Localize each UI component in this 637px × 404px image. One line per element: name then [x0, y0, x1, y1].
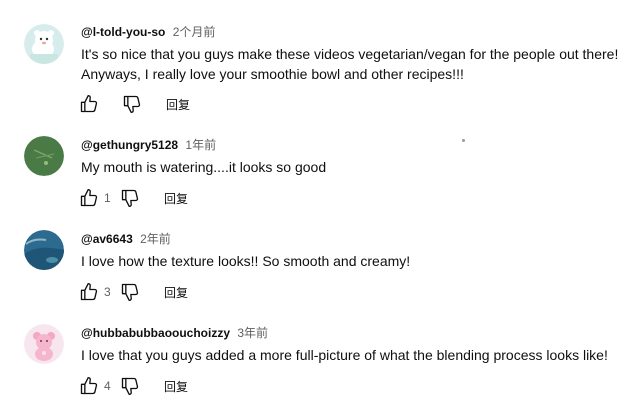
author-avatar[interactable] [24, 324, 64, 364]
comment-header: @hubbabubbaoouchoizzy 3年前 [81, 326, 268, 340]
separator-dot [462, 139, 465, 142]
thumbs-down-icon[interactable] [122, 94, 142, 114]
author-avatar[interactable] [24, 136, 64, 176]
comment-time[interactable]: 3年前 [237, 326, 268, 340]
reply-button[interactable]: 回复 [166, 96, 190, 113]
thumbs-down-icon[interactable] [120, 376, 140, 396]
comment-time[interactable]: 2个月前 [173, 25, 216, 39]
thumbs-up-icon[interactable] [79, 188, 99, 208]
comment-time[interactable]: 2年前 [140, 232, 171, 246]
pink-bear-avatar-icon [24, 324, 64, 364]
author-name[interactable]: @av6643 [81, 232, 133, 246]
comment-actions: 3 回复 [79, 281, 188, 303]
cartoon-bear-avatar-icon [24, 24, 64, 64]
comment-text-line: I love how the texture looks!! So smooth… [81, 253, 411, 269]
author-name[interactable]: @gethungry5128 [81, 138, 178, 152]
thumbs-up-icon[interactable] [79, 94, 99, 114]
comment-text: I love that you guys added a more full-p… [81, 345, 626, 365]
reply-button[interactable]: 回复 [164, 378, 188, 395]
thumbs-up-icon[interactable] [79, 376, 99, 396]
comment-text: My mouth is watering....it looks so good [81, 157, 626, 177]
like-count: 4 [104, 379, 111, 393]
thumbs-up-icon[interactable] [79, 282, 99, 302]
like-count: 3 [104, 285, 111, 299]
comment-text: I love how the texture looks!! So smooth… [81, 251, 626, 271]
like-count: 1 [104, 191, 111, 205]
comment-header: @gethungry5128 1年前 [81, 138, 216, 152]
comment-text-line: It's so nice that you guys make these vi… [81, 46, 619, 62]
comment-time[interactable]: 1年前 [185, 138, 216, 152]
comment-header: @av6643 2年前 [81, 232, 171, 246]
author-avatar[interactable] [24, 230, 64, 270]
reply-button[interactable]: 回复 [164, 284, 188, 301]
green-logo-avatar-icon [24, 136, 64, 176]
comment-text-line: I love that you guys added a more full-p… [81, 347, 608, 363]
comment-actions: 4 回复 [79, 375, 188, 397]
thumbs-down-icon[interactable] [120, 282, 140, 302]
comment-text: It's so nice that you guys make these vi… [81, 44, 626, 84]
reply-button[interactable]: 回复 [164, 190, 188, 207]
author-name[interactable]: @hubbabubbaoouchoizzy [81, 326, 230, 340]
author-avatar[interactable] [24, 24, 64, 64]
comment-header: @l-told-you-so 2个月前 [81, 25, 215, 39]
comment-actions: 回复 [79, 93, 190, 115]
comment-text-line: Anyways, I really love your smoothie bow… [81, 66, 464, 82]
thumbs-down-icon[interactable] [120, 188, 140, 208]
comment-text-line: My mouth is watering....it looks so good [81, 159, 327, 175]
author-name[interactable]: @l-told-you-so [81, 25, 165, 39]
comment-actions: 1 回复 [79, 187, 188, 209]
ocean-photo-avatar-icon [24, 230, 64, 270]
